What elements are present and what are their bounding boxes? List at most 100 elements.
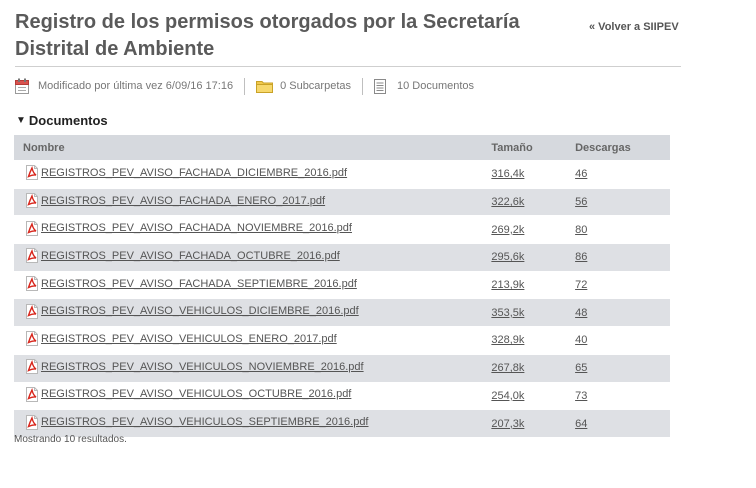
pdf-icon <box>26 359 38 375</box>
file-name-cell: REGISTROS_PEV_AVISO_VEHICULOS_DICIEMBRE_… <box>14 298 492 327</box>
back-to-siipev-link[interactable]: « Volver a SIIPEV <box>589 21 679 33</box>
pdf-icon <box>26 331 38 347</box>
pdf-icon <box>26 386 38 402</box>
documents-section-toggle[interactable]: ▼ Documentos <box>16 113 108 128</box>
subfolders-info: 0 Subcarpetas <box>256 80 351 93</box>
file-link[interactable]: REGISTROS_PEV_AVISO_VEHICULOS_ENERO_2017… <box>25 331 337 347</box>
downloads-link[interactable]: 64 <box>575 418 587 430</box>
downloads-link[interactable]: 65 <box>575 362 587 374</box>
column-header-downloads[interactable]: Descargas <box>575 135 670 161</box>
document-icon <box>374 78 386 94</box>
title-divider <box>15 66 681 67</box>
file-name: REGISTROS_PEV_AVISO_FACHADA_SEPTIEMBRE_2… <box>41 277 357 290</box>
downloads-link[interactable]: 72 <box>575 279 587 291</box>
documents-info: 10 Documentos <box>374 78 475 94</box>
file-link[interactable]: REGISTROS_PEV_AVISO_VEHICULOS_DICIEMBRE_… <box>25 303 359 319</box>
modified-text: Modificado por última vez 6/09/16 17:16 <box>38 80 234 92</box>
downloads-link[interactable]: 80 <box>575 224 587 236</box>
file-size-link[interactable]: 316,4k <box>491 168 524 180</box>
downloads-link[interactable]: 56 <box>575 196 587 208</box>
downloads-cell: 80 <box>575 215 670 244</box>
file-name: REGISTROS_PEV_AVISO_VEHICULOS_OCTUBRE_20… <box>41 388 352 401</box>
file-name: REGISTROS_PEV_AVISO_VEHICULOS_DICIEMBRE_… <box>41 305 359 318</box>
column-header-name[interactable]: Nombre <box>14 135 492 161</box>
downloads-cell: 86 <box>575 243 670 272</box>
documents-count-text: 10 Documentos <box>397 80 475 92</box>
file-link[interactable]: REGISTROS_PEV_AVISO_VEHICULOS_OCTUBRE_20… <box>25 386 352 402</box>
table-row: REGISTROS_PEV_AVISO_VEHICULOS_ENERO_2017… <box>14 326 670 355</box>
file-size-link[interactable]: 269,2k <box>491 224 524 236</box>
documents-table: Nombre Tamaño Descargas REGISTROS_PEV_AV… <box>14 135 670 437</box>
file-name: REGISTROS_PEV_AVISO_FACHADA_DICIEMBRE_20… <box>41 166 348 179</box>
downloads-cell: 40 <box>575 326 670 355</box>
file-link[interactable]: REGISTROS_PEV_AVISO_FACHADA_ENERO_2017.p… <box>25 193 326 209</box>
modified-info: Modificado por última vez 6/09/16 17:16 <box>15 78 233 94</box>
downloads-link[interactable]: 86 <box>575 251 587 263</box>
file-size-link[interactable]: 295,6k <box>491 251 524 263</box>
file-link[interactable]: REGISTROS_PEV_AVISO_FACHADA_OCTUBRE_2016… <box>25 248 340 264</box>
meta-divider <box>362 77 363 95</box>
table-header-row: Nombre Tamaño Descargas <box>14 135 670 161</box>
file-size-link[interactable]: 322,6k <box>491 196 524 208</box>
table-row: REGISTROS_PEV_AVISO_FACHADA_SEPTIEMBRE_2… <box>14 270 670 299</box>
file-name-cell: REGISTROS_PEV_AVISO_FACHADA_DICIEMBRE_20… <box>14 160 492 189</box>
file-name: REGISTROS_PEV_AVISO_FACHADA_NOVIEMBRE_20… <box>41 222 352 235</box>
file-name: REGISTROS_PEV_AVISO_VEHICULOS_NOVIEMBRE_… <box>41 360 364 373</box>
calendar-icon <box>15 78 29 94</box>
file-size-cell: 353,5k <box>491 298 576 327</box>
file-size-cell: 267,8k <box>491 353 576 382</box>
table-row: REGISTROS_PEV_AVISO_FACHADA_OCTUBRE_2016… <box>14 243 670 272</box>
downloads-cell: 72 <box>575 270 670 299</box>
file-size-link[interactable]: 353,5k <box>491 307 524 319</box>
downloads-link[interactable]: 46 <box>575 168 587 180</box>
downloads-cell: 46 <box>575 160 670 189</box>
table-row: REGISTROS_PEV_AVISO_FACHADA_NOVIEMBRE_20… <box>14 215 670 244</box>
file-link[interactable]: REGISTROS_PEV_AVISO_FACHADA_NOVIEMBRE_20… <box>25 220 352 236</box>
file-link[interactable]: REGISTROS_PEV_AVISO_FACHADA_DICIEMBRE_20… <box>25 165 348 181</box>
pdf-icon <box>26 276 38 292</box>
downloads-cell: 64 <box>575 409 670 437</box>
file-size-link[interactable]: 267,8k <box>491 362 524 374</box>
file-name: REGISTROS_PEV_AVISO_VEHICULOS_ENERO_2017… <box>41 332 337 345</box>
folder-icon <box>256 80 274 93</box>
pdf-icon <box>26 220 38 236</box>
column-header-size[interactable]: Tamaño <box>491 135 576 161</box>
file-name-cell: REGISTROS_PEV_AVISO_FACHADA_NOVIEMBRE_20… <box>14 215 492 244</box>
collapse-triangle-icon: ▼ <box>16 115 26 126</box>
table-row: REGISTROS_PEV_AVISO_VEHICULOS_OCTUBRE_20… <box>14 381 670 410</box>
downloads-link[interactable]: 73 <box>575 390 587 402</box>
results-count: Mostrando 10 resultados. <box>14 434 127 445</box>
file-size-cell: 322,6k <box>491 187 576 216</box>
pdf-icon <box>26 248 38 264</box>
table-row: REGISTROS_PEV_AVISO_VEHICULOS_SEPTIEMBRE… <box>14 409 670 437</box>
file-link[interactable]: REGISTROS_PEV_AVISO_VEHICULOS_NOVIEMBRE_… <box>25 359 364 375</box>
section-title: Documentos <box>28 113 108 128</box>
subfolders-text: 0 Subcarpetas <box>280 80 351 92</box>
table-row: REGISTROS_PEV_AVISO_VEHICULOS_NOVIEMBRE_… <box>14 353 670 382</box>
page: Registro de los permisos otorgados por l… <box>0 0 756 488</box>
file-link[interactable]: REGISTROS_PEV_AVISO_FACHADA_SEPTIEMBRE_2… <box>25 276 357 292</box>
file-name: REGISTROS_PEV_AVISO_FACHADA_ENERO_2017.p… <box>41 194 326 207</box>
file-size-cell: 213,9k <box>491 270 576 299</box>
pdf-icon <box>26 165 38 181</box>
file-name-cell: REGISTROS_PEV_AVISO_VEHICULOS_SEPTIEMBRE… <box>14 409 492 437</box>
downloads-cell: 56 <box>575 187 670 216</box>
file-link[interactable]: REGISTROS_PEV_AVISO_VEHICULOS_SEPTIEMBRE… <box>25 414 369 430</box>
table-row: REGISTROS_PEV_AVISO_VEHICULOS_DICIEMBRE_… <box>14 298 670 327</box>
file-size-link[interactable]: 213,9k <box>491 279 524 291</box>
table-row: REGISTROS_PEV_AVISO_FACHADA_DICIEMBRE_20… <box>14 160 670 189</box>
file-size-link[interactable]: 328,9k <box>491 334 524 346</box>
meta-divider <box>244 77 246 95</box>
downloads-cell: 65 <box>575 353 670 382</box>
file-size-link[interactable]: 254,0k <box>491 390 524 402</box>
file-size-cell: 269,2k <box>491 215 576 244</box>
table-body: REGISTROS_PEV_AVISO_FACHADA_DICIEMBRE_20… <box>14 160 670 437</box>
file-size-cell: 295,6k <box>491 243 576 272</box>
downloads-link[interactable]: 48 <box>575 307 587 319</box>
file-name-cell: REGISTROS_PEV_AVISO_FACHADA_ENERO_2017.p… <box>14 187 492 216</box>
file-name-cell: REGISTROS_PEV_AVISO_VEHICULOS_OCTUBRE_20… <box>14 381 492 410</box>
page-title: Registro de los permisos otorgados por l… <box>15 11 520 60</box>
file-size-link[interactable]: 207,3k <box>491 418 524 430</box>
file-name-cell: REGISTROS_PEV_AVISO_VEHICULOS_NOVIEMBRE_… <box>14 353 492 382</box>
downloads-link[interactable]: 40 <box>575 334 587 346</box>
